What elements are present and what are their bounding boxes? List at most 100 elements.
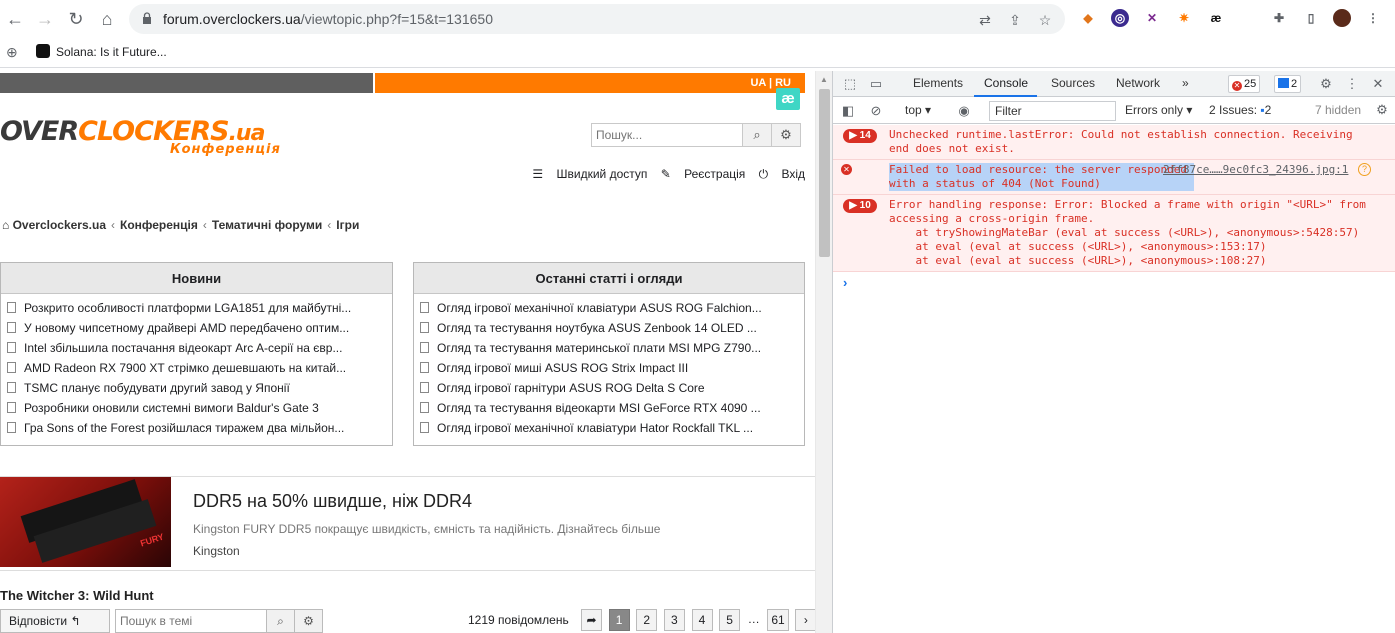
- console-prompt[interactable]: ›: [843, 275, 847, 290]
- header-stripe-orange: UA | RU: [375, 73, 805, 93]
- article-item[interactable]: Огляд ігрової гарнітури ASUS ROG Delta S…: [420, 378, 798, 398]
- news-item[interactable]: Гра Sons of the Forest розійшлася тираже…: [7, 418, 386, 438]
- sidebar-toggle-icon[interactable]: ◧: [839, 102, 857, 120]
- page-button[interactable]: 5: [719, 609, 741, 631]
- side-panel-icon[interactable]: ▯: [1302, 9, 1320, 27]
- ae-extension-badge[interactable]: æ: [776, 88, 800, 110]
- console-message[interactable]: ▶ 14 Unchecked runtime.lastError: Could …: [833, 125, 1395, 160]
- devtools-menu-icon[interactable]: ⋮: [1343, 75, 1361, 93]
- extensions-puzzle-icon[interactable]: ✚: [1270, 9, 1288, 27]
- console-message[interactable]: ✕ Failed to load resource: the server re…: [833, 160, 1395, 195]
- insight-icon[interactable]: ?: [1358, 163, 1371, 176]
- console-filter-input[interactable]: Filter: [989, 101, 1116, 121]
- news-item[interactable]: Розробники оновили системні вимоги Baldu…: [7, 398, 386, 418]
- document-icon: [420, 402, 429, 413]
- page-button[interactable]: 4: [691, 609, 713, 631]
- extension-circle-icon[interactable]: ◎: [1111, 9, 1129, 27]
- errors-badge[interactable]: ✕ 25: [1228, 75, 1261, 93]
- breadcrumb-item[interactable]: Конференція: [120, 218, 198, 232]
- breadcrumb-item[interactable]: Тематичні форуми: [212, 218, 322, 232]
- tab-elements[interactable]: Elements: [913, 76, 963, 90]
- article-item[interactable]: Огляд та тестування відеокарти MSI GeFor…: [420, 398, 798, 418]
- breadcrumb-item[interactable]: Overclockers.ua: [13, 218, 106, 232]
- reply-arrow-icon: ↰: [70, 614, 81, 628]
- search-icon[interactable]: ⌕: [742, 124, 771, 146]
- console-source-link[interactable]: 2ff87ce……9ec0fc3_24396.jpg:1: [1163, 163, 1348, 176]
- advanced-search-gear-icon[interactable]: ⚙: [771, 124, 800, 146]
- inspect-element-icon[interactable]: ⬚: [841, 75, 859, 93]
- news-item[interactable]: AMD Radeon RX 7900 XT стрімко дешевшають…: [7, 358, 386, 378]
- gear-icon[interactable]: ⚙: [294, 610, 322, 632]
- page-button[interactable]: 2: [636, 609, 658, 631]
- news-item[interactable]: Розкрито особливості платформи LGA1851 д…: [7, 298, 386, 318]
- article-item[interactable]: Огляд ігрової механічної клавіатури Hato…: [420, 418, 798, 438]
- world-icon[interactable]: ⊕: [6, 44, 18, 61]
- active-tab-indicator: [974, 95, 1037, 97]
- article-item[interactable]: Огляд ігрової миші ASUS ROG Strix Impact…: [420, 358, 798, 378]
- close-devtools-icon[interactable]: ✕: [1369, 75, 1387, 93]
- scrollbar-thumb[interactable]: [819, 89, 830, 257]
- document-icon: [7, 302, 16, 313]
- live-expression-eye-icon[interactable]: ◉: [955, 102, 973, 120]
- site-logo[interactable]: OVERCLOCKERS.ua Конференція: [0, 116, 280, 157]
- topic-title[interactable]: The Witcher 3: Wild Hunt: [0, 588, 154, 603]
- tab-network[interactable]: Network: [1116, 76, 1160, 90]
- quick-links: ☰ Швидкий доступ ✎ Реєстрація ⏻ Вхід: [522, 167, 805, 182]
- device-toolbar-icon[interactable]: ▭: [867, 75, 885, 93]
- log-level-selector[interactable]: Errors only ▾: [1125, 103, 1192, 117]
- ad-title[interactable]: DDR5 на 50% швидше, ніж DDR4: [193, 491, 472, 512]
- console-settings-gear-icon[interactable]: ⚙: [1373, 101, 1391, 119]
- document-icon: [420, 422, 429, 433]
- extension-spark-icon[interactable]: ✷: [1175, 9, 1193, 27]
- site-search: ⌕ ⚙: [591, 123, 801, 147]
- page-button[interactable]: 3: [663, 609, 685, 631]
- search-icon[interactable]: ⌕: [266, 610, 294, 632]
- home-icon[interactable]: ⌂: [96, 8, 118, 30]
- back-icon[interactable]: ←: [4, 8, 26, 30]
- article-item[interactable]: Огляд та тестування материнської плати M…: [420, 338, 798, 358]
- login-link[interactable]: ⏻ Вхід: [759, 167, 805, 181]
- devtools-panel: ⬚ ▭ Elements Console Sources Network » ✕…: [832, 71, 1395, 633]
- settings-gear-icon[interactable]: ⚙: [1317, 75, 1335, 93]
- article-item[interactable]: Огляд ігрової механічної клавіатури ASUS…: [420, 298, 798, 318]
- bookmark-item[interactable]: Solana: Is it Future...: [36, 44, 167, 59]
- page-button-current[interactable]: 1: [608, 609, 630, 631]
- reply-button[interactable]: Відповісти ↰: [0, 609, 110, 633]
- bookmark-favicon-icon: [36, 44, 50, 58]
- context-selector[interactable]: top ▾: [905, 103, 931, 117]
- quick-access-link[interactable]: ☰ Швидкий доступ: [532, 167, 647, 181]
- issues-link[interactable]: 2 Issues: ▪2: [1209, 103, 1271, 117]
- page-button[interactable]: 61: [767, 609, 789, 631]
- news-item[interactable]: TSMC планує побудувати другий завод у Яп…: [7, 378, 386, 398]
- browser-menu-icon[interactable]: ⋮: [1364, 9, 1382, 27]
- forward-icon[interactable]: →: [34, 8, 56, 30]
- news-item[interactable]: У новому чипсетному драйвері AMD передба…: [7, 318, 386, 338]
- star-icon[interactable]: ☆: [1037, 12, 1053, 28]
- share-icon[interactable]: ⇪: [1007, 12, 1023, 28]
- extension-ae-icon[interactable]: æ: [1207, 9, 1225, 27]
- page-scrollbar[interactable]: ▲: [815, 71, 832, 633]
- topic-search-input[interactable]: [116, 610, 266, 632]
- news-item[interactable]: Intel збільшила постачання відеокарт Arc…: [7, 338, 386, 358]
- breadcrumb-item[interactable]: Ігри: [336, 218, 359, 232]
- ad-banner[interactable]: FURY DDR5 на 50% швидше, ніж DDR4 Kingst…: [0, 476, 815, 571]
- issues-badge[interactable]: 2: [1274, 75, 1302, 93]
- tab-sources[interactable]: Sources: [1051, 76, 1095, 90]
- scroll-up-icon[interactable]: ▲: [820, 75, 828, 84]
- reload-icon[interactable]: ↻: [65, 8, 87, 30]
- address-bar[interactable]: forum.overclockers.ua/viewtopic.php?f=15…: [129, 4, 1065, 34]
- more-tabs-icon[interactable]: »: [1182, 76, 1189, 90]
- site-search-input[interactable]: [592, 124, 742, 146]
- extension-x-icon[interactable]: ✕: [1143, 9, 1161, 27]
- jump-to-page-icon[interactable]: ➦: [581, 609, 602, 631]
- clear-console-icon[interactable]: ⊘: [867, 102, 885, 120]
- profile-avatar[interactable]: [1333, 9, 1351, 27]
- tab-console[interactable]: Console: [984, 76, 1028, 90]
- translate-icon[interactable]: ⇄: [977, 12, 993, 28]
- console-message[interactable]: ▶ 10 Error handling response: Error: Blo…: [833, 195, 1395, 272]
- register-link[interactable]: ✎ Реєстрація: [661, 167, 746, 181]
- metamask-icon[interactable]: ◆: [1079, 9, 1097, 27]
- next-page-icon[interactable]: ›: [795, 609, 815, 631]
- ad-image[interactable]: FURY: [0, 477, 171, 567]
- article-item[interactable]: Огляд та тестування ноутбука ASUS Zenboo…: [420, 318, 798, 338]
